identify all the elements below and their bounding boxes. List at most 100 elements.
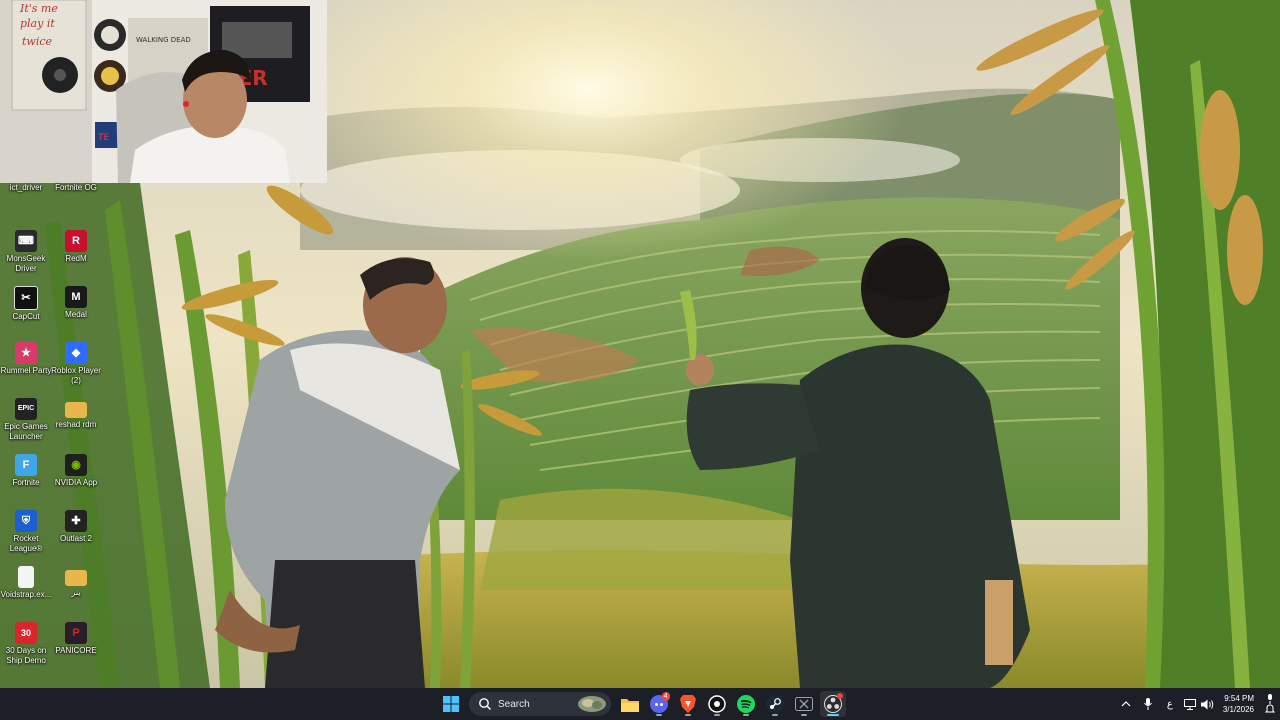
desktop-icon-label: CapCut [12, 312, 40, 321]
desktop-icon-label: RedM [65, 254, 87, 263]
desktop-icon-fortnite-og[interactable]: Fortnite OG [50, 183, 102, 193]
clock-button[interactable]: 9:54 PM 3/1/2026 [1223, 693, 1254, 715]
recording-indicator [836, 693, 843, 699]
network-icon [1183, 698, 1196, 710]
30-days-icon: 30 [15, 622, 37, 644]
monsgeek-icon: ⌨ [15, 230, 37, 252]
xbox-button[interactable] [791, 691, 817, 717]
desktop-icon-panicore[interactable]: P PANICORE [50, 622, 102, 656]
desktop-icon-medal[interactable]: M Medal [50, 286, 102, 320]
desktop-icon-outlast-2[interactable]: ✚ Outlast 2 [50, 510, 102, 544]
brave-icon [679, 695, 696, 713]
desktop-icon-label: Roblox Player (2) [51, 366, 101, 385]
microphone-in-use-icon [1268, 694, 1272, 704]
network-button[interactable] [1181, 688, 1199, 720]
desktop-icon-label: Fortnite [12, 478, 40, 487]
desktop-icon-ict-driver[interactable]: ict_driver [0, 183, 52, 193]
desktop-icon-30-days-on-ship[interactable]: 30 30 Days on Ship Demo [0, 622, 52, 666]
desktop-icon-reshad-rdm[interactable]: reshad rdm [50, 398, 102, 430]
xbox-icon [794, 697, 813, 711]
desktop-icon-fortnite[interactable]: F Fortnite [0, 454, 52, 488]
folder-icon [65, 402, 87, 418]
microphone-button[interactable] [1137, 688, 1159, 720]
desktop-icon-capcut[interactable]: ✂ CapCut [0, 286, 52, 322]
nvidia-icon: ◉ [65, 454, 87, 476]
steam-button[interactable] [762, 691, 788, 717]
fortnite-icon: F [15, 454, 37, 476]
clock-time: 9:54 PM [1224, 694, 1254, 703]
spotify-button[interactable] [733, 691, 759, 717]
desktop-icon-nvidia-app[interactable]: ◉ NVIDIA App [50, 454, 102, 488]
circle-app-icon [707, 695, 726, 713]
volume-button[interactable] [1199, 688, 1217, 720]
spotify-icon [736, 695, 755, 713]
desktop-icon-roblox-player[interactable]: ◆ Roblox Player (2) [50, 342, 102, 386]
svg-text:play it: play it [20, 17, 55, 30]
microphone-icon [1143, 698, 1152, 710]
desktop-icon-redm[interactable]: R RedM [50, 230, 102, 264]
circle-app-button[interactable] [704, 691, 730, 717]
running-indicator [742, 714, 749, 716]
rocket-league-icon: ⛨ [15, 510, 37, 532]
svg-text:twice: twice [22, 35, 53, 48]
desktop-icon-rocket-league[interactable]: ⛨ Rocket League® [0, 510, 52, 554]
running-indicator [713, 714, 720, 716]
epic-games-icon: EPIC [15, 398, 37, 420]
volume-icon [1201, 699, 1214, 709]
discord-button[interactable]: 4 [646, 691, 672, 717]
system-tray: ع 9:54 PM 3/1/2026 [1115, 688, 1280, 720]
start-button[interactable] [438, 691, 464, 717]
windows-icon [442, 696, 459, 712]
desktop-icon-label: Outlast 2 [59, 534, 92, 543]
chevron-up-icon [1121, 701, 1131, 707]
notification-badge: 4 [661, 692, 670, 701]
running-indicator [655, 714, 662, 716]
folder-icon [65, 570, 87, 586]
medal-icon: M [65, 286, 87, 308]
notification-bell-icon [1265, 704, 1275, 713]
desktop-icon-label: 30 Days on Ship Demo [5, 646, 47, 665]
clock-date: 3/1/2026 [1222, 705, 1254, 714]
roblox-icon: ◆ [65, 342, 87, 364]
redm-icon: R [65, 230, 87, 252]
capcut-icon: ✂ [14, 286, 38, 310]
outlast-icon: ✚ [65, 510, 87, 532]
input-language-button[interactable]: ع [1159, 688, 1181, 720]
desktop-icon-epic-games[interactable]: EPIC Epic Games Launcher [0, 398, 52, 442]
rummel-party-icon: ★ [15, 342, 37, 364]
folder-icon [620, 698, 639, 712]
running-indicator [684, 714, 691, 716]
obs-button[interactable] [819, 691, 846, 717]
desktop-icon-label: بنر [71, 588, 81, 597]
file-explorer-button[interactable] [617, 691, 643, 717]
svg-text:It's me: It's me [19, 2, 58, 15]
desktop-icon-label: Fortnite OG [55, 183, 97, 192]
desktop-icon-voidstrap[interactable]: Voidstrap.ex... [0, 566, 52, 600]
panicore-icon: P [65, 622, 87, 644]
desktop-icon-label: reshad rdm [55, 420, 97, 429]
running-indicator [826, 714, 839, 716]
desktop-icon-label: NVIDIA App [54, 478, 98, 487]
desktop-icon-label: Rocket League® [9, 534, 43, 553]
desktop-icon-label: MonsGeek Driver [6, 254, 46, 273]
desktop-icon-rummel-party[interactable]: ★ Rummel Party [0, 342, 52, 376]
svg-text:TE: TE [97, 133, 109, 143]
taskbar: 4 [0, 688, 1280, 720]
taskbar-search[interactable] [469, 692, 611, 716]
webcam-overlay: It's me play it twice TE WALKING DEAD TE… [0, 0, 327, 183]
search-input[interactable] [496, 697, 580, 711]
desktop-icon-label: ict_driver [9, 183, 43, 192]
search-icon [479, 698, 491, 710]
svg-text:WALKING DEAD: WALKING DEAD [136, 36, 191, 44]
desktop-icon-arabic-folder[interactable]: بنر [50, 566, 102, 598]
notifications-button[interactable] [1260, 688, 1280, 720]
brave-button[interactable] [675, 691, 701, 717]
desktop-icon-label: Epic Games Launcher [4, 422, 48, 441]
desktop-icon-monsgeek-driver[interactable]: ⌨ MonsGeek Driver [0, 230, 52, 274]
search-highlight-icon [578, 696, 606, 712]
running-indicator [771, 714, 778, 716]
desktop-icon-grid: ict_driver Fortnite OG ⌨ MonsGeek Driver… [0, 183, 112, 683]
webcam-feed: It's me play it twice TE WALKING DEAD TE… [0, 0, 327, 183]
show-hidden-icons-button[interactable] [1115, 688, 1137, 720]
file-icon [18, 566, 34, 588]
